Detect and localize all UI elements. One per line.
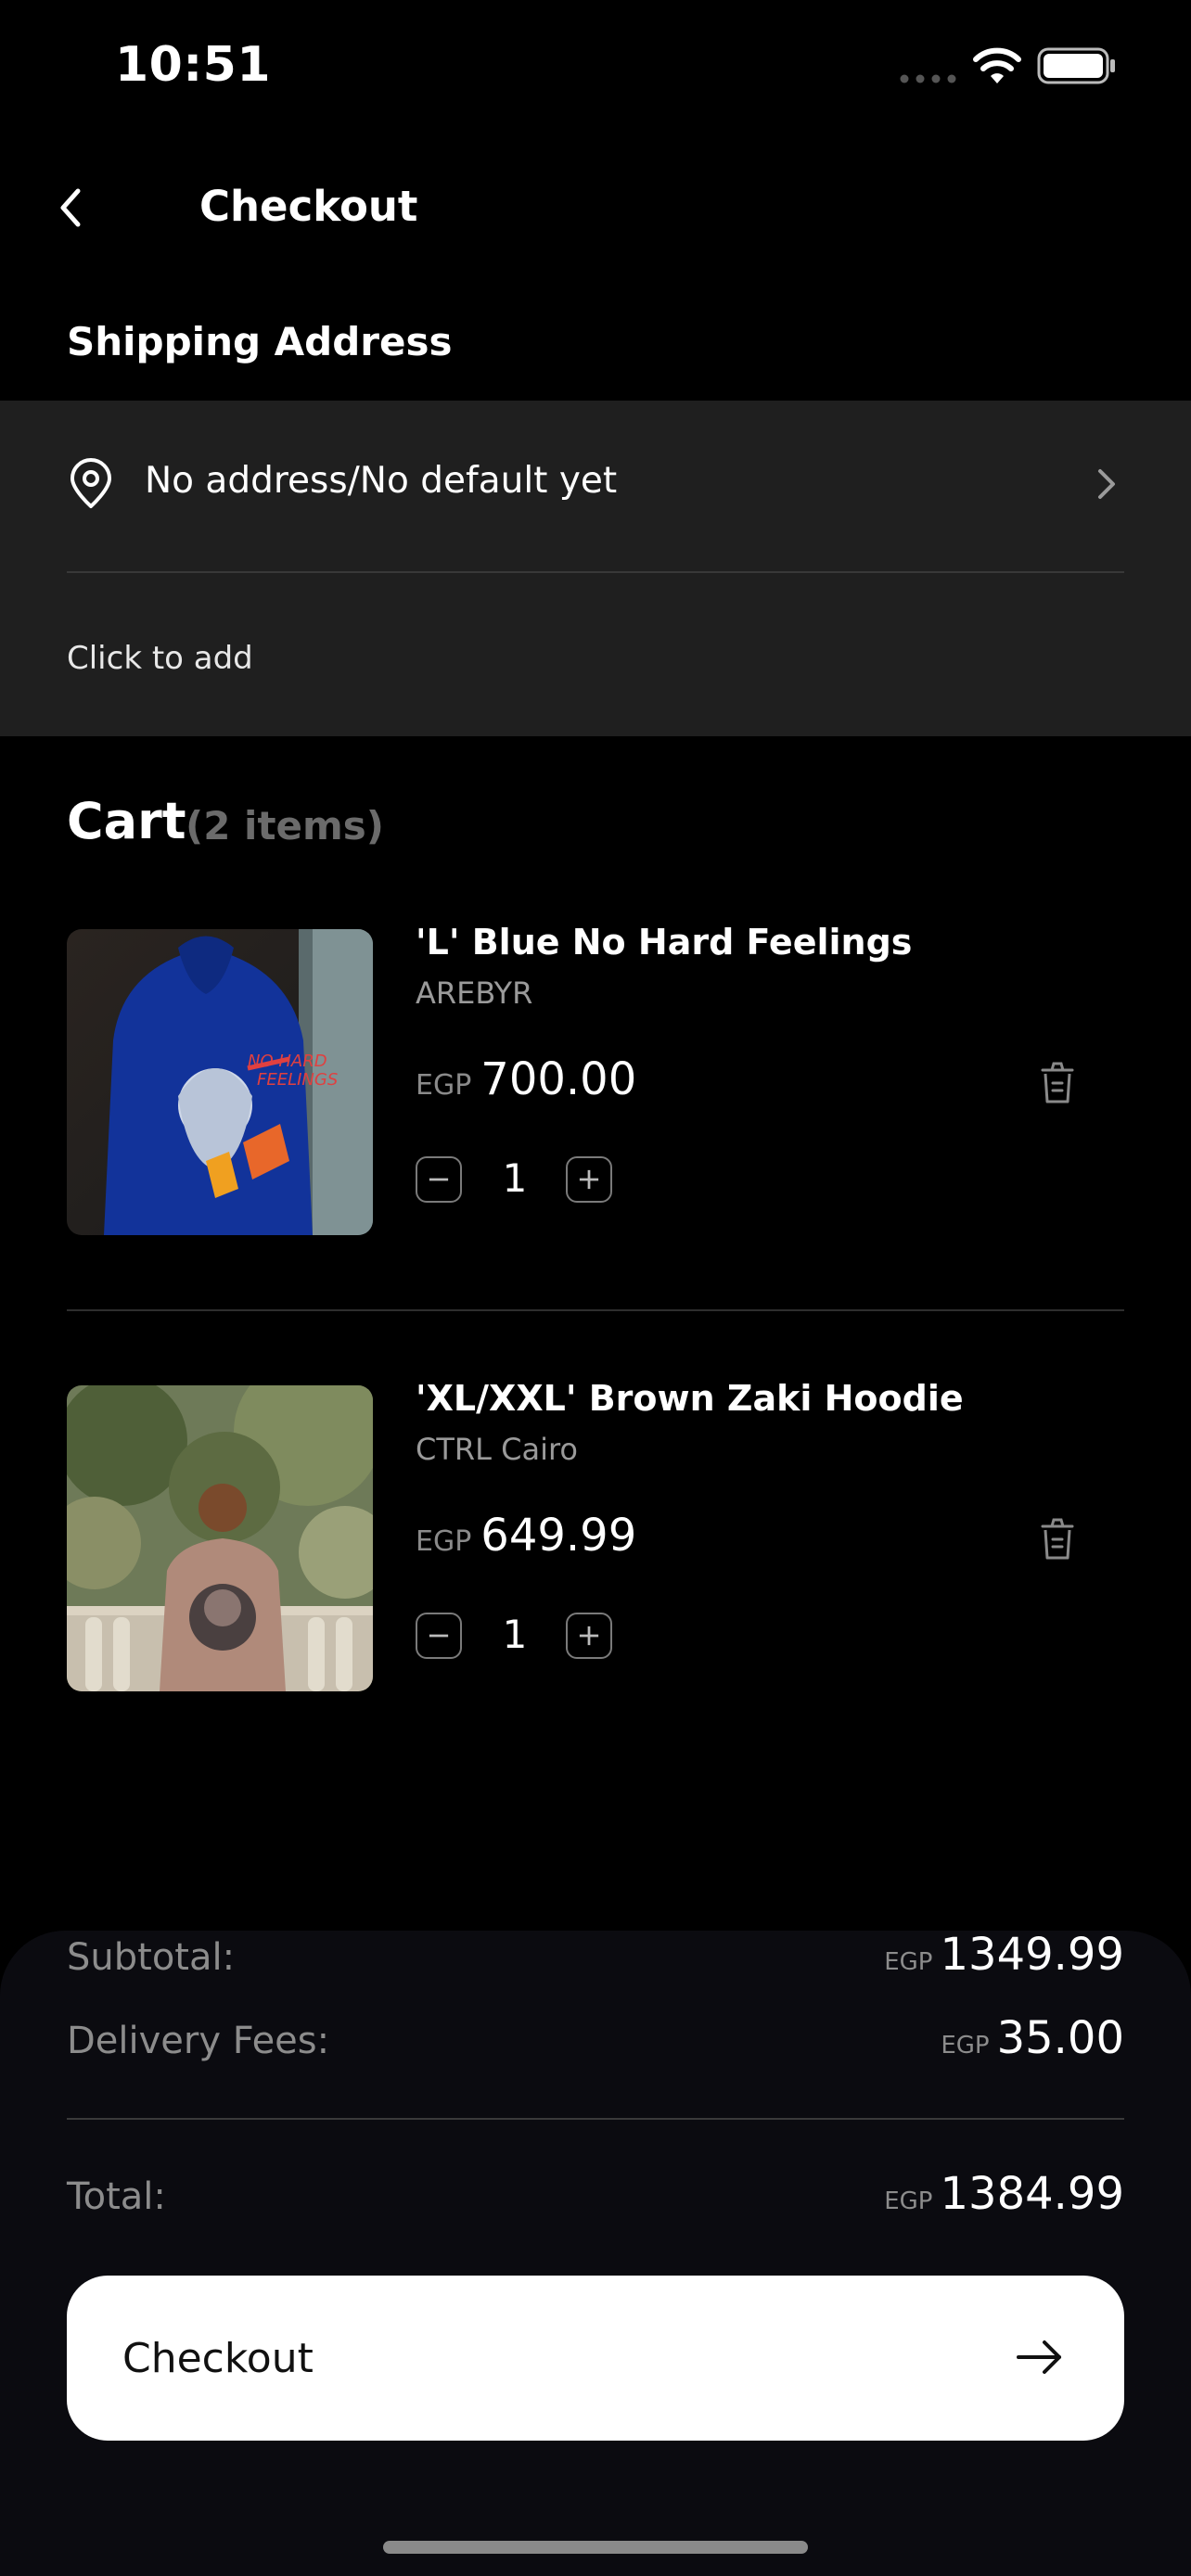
shipping-address-card[interactable]: [0, 401, 1191, 736]
increase-quantity-button[interactable]: [566, 1156, 612, 1203]
cart-item-brand: CTRL Cairo: [416, 1432, 578, 1467]
currency-label: EGP: [884, 1948, 933, 1976]
page-title: Checkout: [199, 182, 418, 231]
delivery-fees-value: 35.00: [996, 2012, 1124, 2064]
cart-item-price: EGP 649.99: [416, 1510, 636, 1562]
add-address-hint[interactable]: Click to add: [67, 640, 253, 677]
subtotal-label: Subtotal:: [67, 1936, 236, 1979]
trash-icon[interactable]: [1037, 1515, 1078, 1562]
shipping-section-title: Shipping Address: [67, 319, 453, 364]
brown-hoodie-photo[interactable]: [67, 1385, 373, 1691]
status-time: 10:51: [115, 37, 272, 93]
delivery-fees-amount: EGP 35.00: [941, 2012, 1124, 2064]
summary-divider: [67, 2118, 1124, 2120]
increase-quantity-button[interactable]: [566, 1613, 612, 1659]
cart-item-count: (2 items): [186, 803, 384, 848]
price-value: 649.99: [480, 1510, 637, 1562]
blue-hoodie-image: NO HARD FEELINGS: [67, 929, 373, 1235]
subtotal-value: 1349.99: [940, 1929, 1125, 1981]
cellular-signal-icon: [900, 74, 956, 83]
cart-item-name: 'L' Blue No Hard Feelings: [416, 922, 913, 963]
item-divider: [67, 1309, 1124, 1311]
total-amount: EGP 1384.99: [884, 2168, 1124, 2220]
address-text[interactable]: No address/No default yet: [145, 460, 617, 502]
chevron-right-icon[interactable]: [1093, 465, 1119, 503]
cart-item-brand: AREBYR: [416, 976, 533, 1011]
currency-label: EGP: [884, 2187, 933, 2215]
cart-item-name: 'XL/XXL' Brown Zaki Hoodie: [416, 1378, 964, 1419]
wifi-icon: [973, 47, 1021, 83]
cart-title: Cart: [67, 792, 186, 850]
blue-hoodie-photo[interactable]: NO HARD FEELINGS: [67, 929, 373, 1235]
cart-item-price: EGP 700.00: [416, 1053, 636, 1105]
battery-icon: [1037, 47, 1115, 84]
checkout-button-label[interactable]: Checkout: [122, 2335, 314, 2382]
currency-label: EGP: [416, 1069, 472, 1102]
arrow-right-icon[interactable]: [1015, 2337, 1065, 2378]
quantity-value: 1: [502, 1612, 528, 1657]
svg-text:FEELINGS: FEELINGS: [257, 1070, 338, 1090]
address-divider: [67, 571, 1124, 573]
home-indicator[interactable]: [383, 2541, 808, 2554]
total-label: Total:: [67, 2175, 166, 2218]
trash-icon[interactable]: [1037, 1059, 1078, 1105]
subtotal-amount: EGP 1349.99: [884, 1929, 1124, 1981]
delivery-fees-label: Delivery Fees:: [67, 2020, 330, 2062]
decrease-quantity-button[interactable]: [416, 1613, 462, 1659]
svg-text:NO HARD: NO HARD: [248, 1052, 327, 1071]
currency-label: EGP: [941, 2032, 990, 2060]
quantity-value: 1: [502, 1155, 528, 1201]
back-chevron-icon[interactable]: [52, 182, 89, 234]
brown-hoodie-image: [67, 1385, 373, 1691]
price-value: 700.00: [480, 1053, 637, 1105]
total-value: 1384.99: [940, 2168, 1125, 2220]
location-pin-icon: [70, 458, 111, 508]
currency-label: EGP: [416, 1525, 472, 1558]
decrease-quantity-button[interactable]: [416, 1156, 462, 1203]
